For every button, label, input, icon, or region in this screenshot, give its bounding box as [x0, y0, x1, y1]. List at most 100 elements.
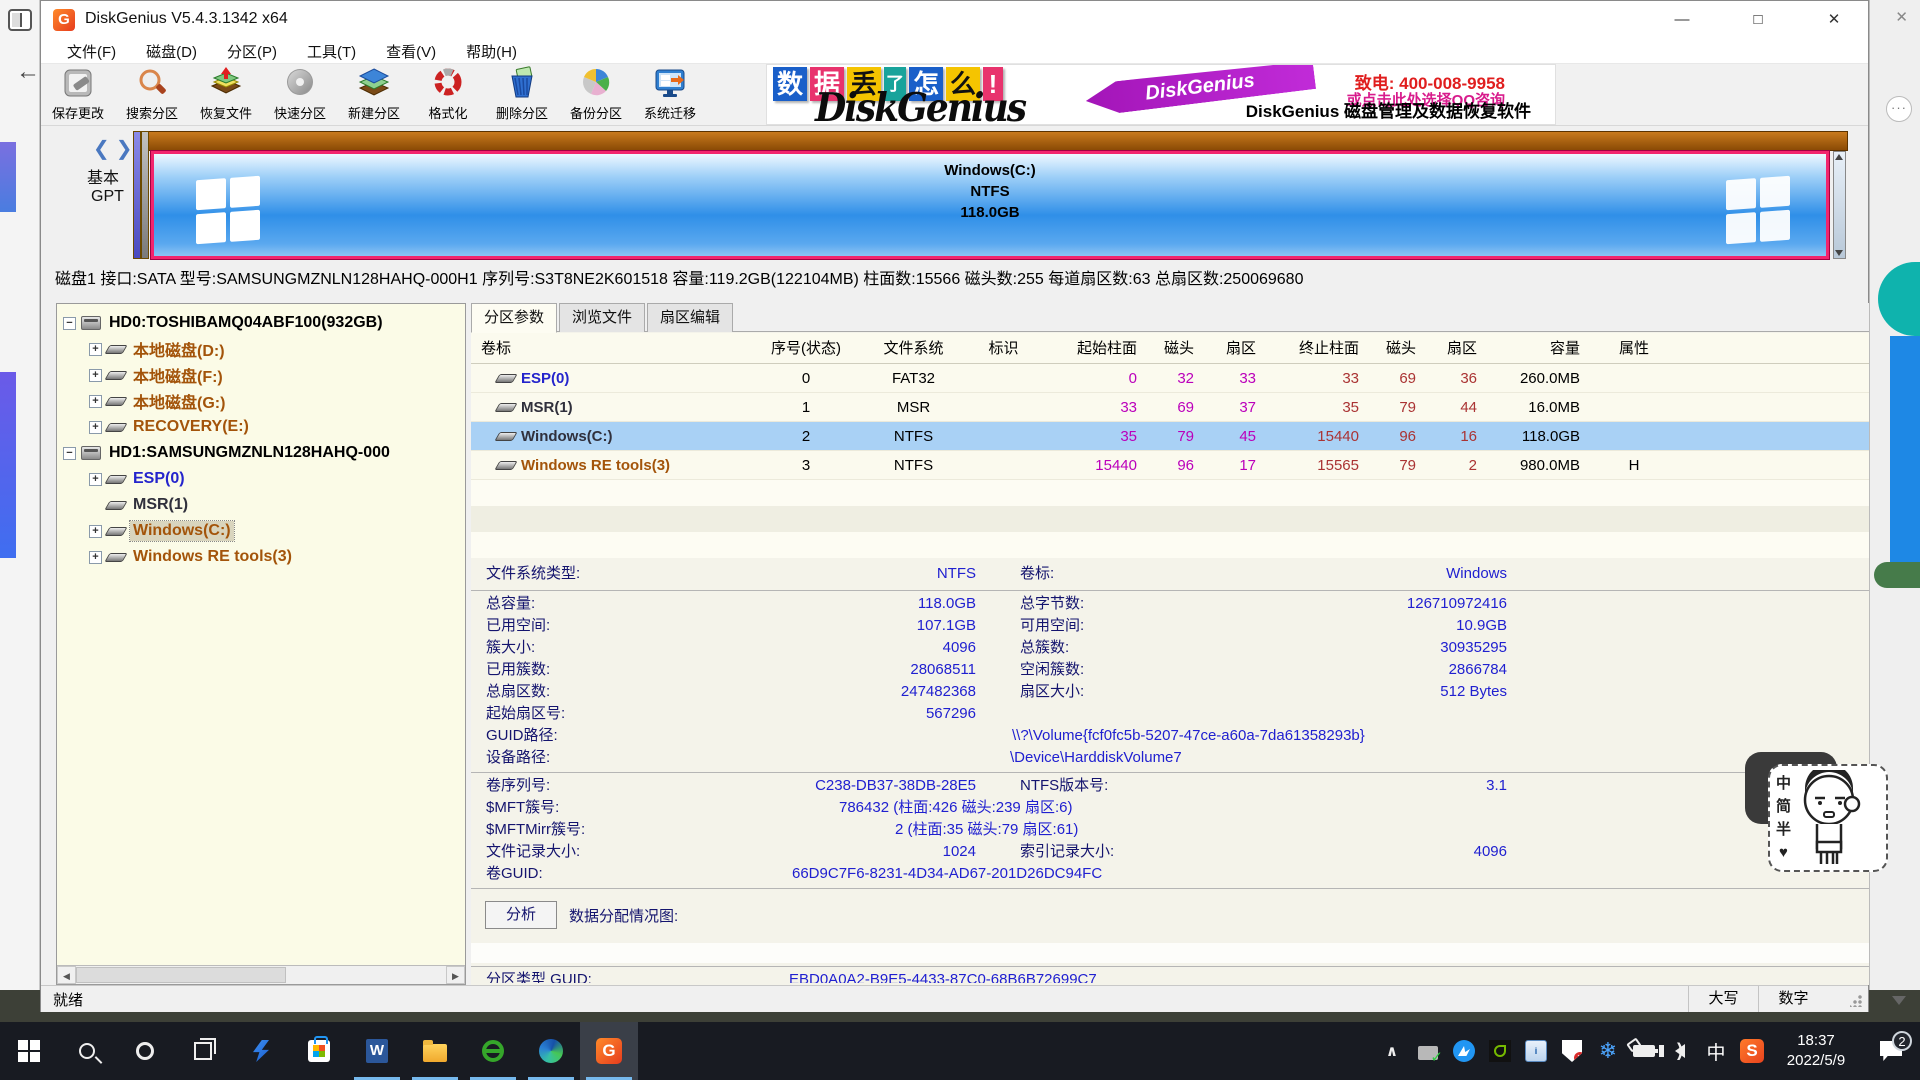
back-arrow-icon[interactable]: ←: [16, 58, 40, 86]
detail-row: 设备路径:\Device\HarddiskVolume7: [471, 747, 1869, 769]
backup-partition-icon: [578, 65, 614, 101]
disk-bar[interactable]: [148, 131, 1848, 151]
word-icon: W: [366, 1039, 388, 1063]
taskbar-app-browser[interactable]: [464, 1022, 522, 1080]
menu-view[interactable]: 查看(V): [386, 41, 436, 62]
taskbar-clock[interactable]: 18:37 2022/5/9: [1770, 1031, 1862, 1071]
detail-row: 总扇区数:247482368 扇区大小:512 Bytes: [471, 681, 1869, 703]
task-view-button[interactable]: [174, 1022, 232, 1080]
menu-help[interactable]: 帮助(H): [466, 41, 517, 62]
toolbar-label: 新建分区: [348, 103, 400, 122]
maximize-button[interactable]: □: [1732, 1, 1784, 39]
esp-partition-strip[interactable]: [133, 131, 141, 259]
new-partition-button[interactable]: 新建分区: [337, 64, 411, 125]
menu-disk[interactable]: 磁盘(D): [146, 41, 197, 62]
minimize-button[interactable]: —: [1656, 1, 1708, 39]
cortana-button[interactable]: [116, 1022, 174, 1080]
toolbar: 保存更改 搜索分区 恢复文件 快速分区 新建分区: [41, 64, 1868, 126]
scroll-left-icon[interactable]: ◀: [57, 966, 76, 984]
date: 2022/5/9: [1770, 1051, 1862, 1071]
disk-info-line: 磁盘1 接口:SATA 型号:SAMSUNGMZNLN128HAHQ-000H1…: [41, 263, 1868, 297]
snowflake-tray-icon[interactable]: ❄: [1590, 1022, 1626, 1080]
tree-item-windows-re[interactable]: +Windows RE tools(3): [57, 544, 465, 570]
security-tray-icon[interactable]: [1554, 1022, 1590, 1080]
nvidia-tray-icon[interactable]: [1482, 1022, 1518, 1080]
sogou-tray-icon[interactable]: S: [1734, 1022, 1770, 1080]
volume-tray-icon[interactable]: [1662, 1022, 1698, 1080]
table-row[interactable]: MSR(1) 1 MSR 33 69 37 35 79 44 16.0MB: [471, 393, 1869, 422]
scrollbar-thumb[interactable]: [76, 967, 286, 983]
tree-item-msr[interactable]: +MSR(1): [57, 492, 465, 518]
taskbar-app-store[interactable]: [290, 1022, 348, 1080]
windows-c-partition-block[interactable]: Windows(C:) NTFS 118.0GB: [151, 151, 1829, 259]
re-partition-strip[interactable]: [1833, 151, 1846, 259]
table-row[interactable]: Windows RE tools(3) 3 NTFS 15440 96 17 1…: [471, 451, 1869, 480]
menu-tools[interactable]: 工具(T): [307, 41, 356, 62]
menu-file[interactable]: 文件(F): [67, 41, 116, 62]
ime-status-panel[interactable]: 中 简 半 ♥: [1768, 764, 1888, 872]
printer-tray-icon[interactable]: [1410, 1022, 1446, 1080]
toolbar-label: 删除分区: [496, 103, 548, 122]
system-tray: ∧ i ❄ 中 S 18:37 2022/5/9 2: [1374, 1022, 1920, 1080]
caps-indicator: 大写: [1688, 986, 1758, 1012]
num-indicator: 数字: [1758, 986, 1828, 1012]
recover-files-button[interactable]: 恢复文件: [189, 64, 263, 125]
scroll-right-icon[interactable]: ▶: [446, 966, 465, 984]
backup-partition-button[interactable]: 备份分区: [559, 64, 633, 125]
background-blue-strip: [0, 372, 16, 558]
recover-files-icon: [208, 65, 244, 101]
ime-language-indicator[interactable]: 中: [1698, 1022, 1734, 1080]
tree-item-local-d[interactable]: +本地磁盘(D:): [57, 336, 465, 362]
more-options-icon[interactable]: ···: [1886, 96, 1912, 122]
tree-item-local-g[interactable]: +本地磁盘(G:): [57, 388, 465, 414]
taskbar: W G ∧ i ❄ 中 S 18:37 2022/5/9 2: [0, 1022, 1920, 1080]
tree-item-local-f[interactable]: +本地磁盘(F:): [57, 362, 465, 388]
tree-item-hd1[interactable]: −HD1:SAMSUNGMZNLN128HAHQ-000: [57, 440, 465, 466]
tree-horizontal-scrollbar[interactable]: ◀ ▶: [57, 965, 465, 984]
taskbar-app-explorer[interactable]: [406, 1022, 464, 1080]
toolbar-label: 搜索分区: [126, 103, 178, 122]
resize-grip-icon[interactable]: [1850, 995, 1862, 1007]
taskbar-app-word[interactable]: W: [348, 1022, 406, 1080]
table-row-selected[interactable]: Windows(C:) 2 NTFS 35 79 45 15440 96 16 …: [471, 422, 1869, 451]
save-icon: [60, 65, 96, 101]
ad-banner[interactable]: 数 据 丢 了 怎 么 ! DiskGenius DiskGenius 致电: …: [766, 64, 1556, 125]
taskbar-app-diskgenius[interactable]: G: [580, 1022, 638, 1080]
intel-graphics-tray-icon[interactable]: i: [1518, 1022, 1554, 1080]
delete-partition-button[interactable]: 删除分区: [485, 64, 559, 125]
partition-table: 卷标 序号(状态) 文件系统 标识 起始柱面 磁头 扇区 终止柱面 磁头 扇区 …: [471, 333, 1869, 558]
taskbar-app-edge[interactable]: [522, 1022, 580, 1080]
tab-partition-params[interactable]: 分区参数: [471, 303, 557, 333]
tree-item-windows-c[interactable]: +Windows(C:): [57, 518, 465, 544]
save-changes-button[interactable]: 保存更改: [41, 64, 115, 125]
taskbar-app-lightning[interactable]: [232, 1022, 290, 1080]
system-migrate-button[interactable]: 系统迁移: [633, 64, 707, 125]
quick-partition-button[interactable]: 快速分区: [263, 64, 337, 125]
tree-item-hd0[interactable]: −HD0:TOSHIBAMQ04ABF100(932GB): [57, 310, 465, 336]
detail-row: 文件记录大小:1024 索引记录大小:4096: [471, 841, 1869, 863]
msr-partition-strip[interactable]: [141, 131, 149, 259]
analyze-button[interactable]: 分析: [485, 901, 557, 929]
diskgenius-icon: G: [596, 1038, 622, 1064]
tree-item-esp[interactable]: +ESP(0): [57, 466, 465, 492]
table-row[interactable]: ESP(0) 0 FAT32 0 32 33 33 69 36 260.0MB: [471, 364, 1869, 393]
format-button[interactable]: 格式化: [411, 64, 485, 125]
battery-tray-icon[interactable]: [1626, 1022, 1662, 1080]
tab-browse-files[interactable]: 浏览文件: [559, 303, 645, 332]
disk-nav-arrows[interactable]: ❮❯: [93, 136, 139, 161]
search-partition-button[interactable]: 搜索分区: [115, 64, 189, 125]
start-button[interactable]: [0, 1022, 58, 1080]
tab-sector-edit[interactable]: 扇区编辑: [647, 303, 733, 332]
messenger-tray-icon[interactable]: [1446, 1022, 1482, 1080]
new-partition-icon: [356, 65, 392, 101]
divider: [471, 966, 1869, 967]
tray-expand-button[interactable]: ∧: [1374, 1022, 1410, 1080]
analyze-row: 分析 数据分配情况图:: [485, 901, 1869, 929]
menu-partition[interactable]: 分区(P): [227, 41, 277, 62]
background-green-shape: [1874, 562, 1920, 588]
partition-icon: [104, 371, 127, 380]
notification-center-button[interactable]: 2: [1862, 1041, 1920, 1061]
taskbar-search-button[interactable]: [58, 1022, 116, 1080]
close-button[interactable]: ✕: [1808, 1, 1860, 39]
tree-item-recovery-e[interactable]: +RECOVERY(E:): [57, 414, 465, 440]
